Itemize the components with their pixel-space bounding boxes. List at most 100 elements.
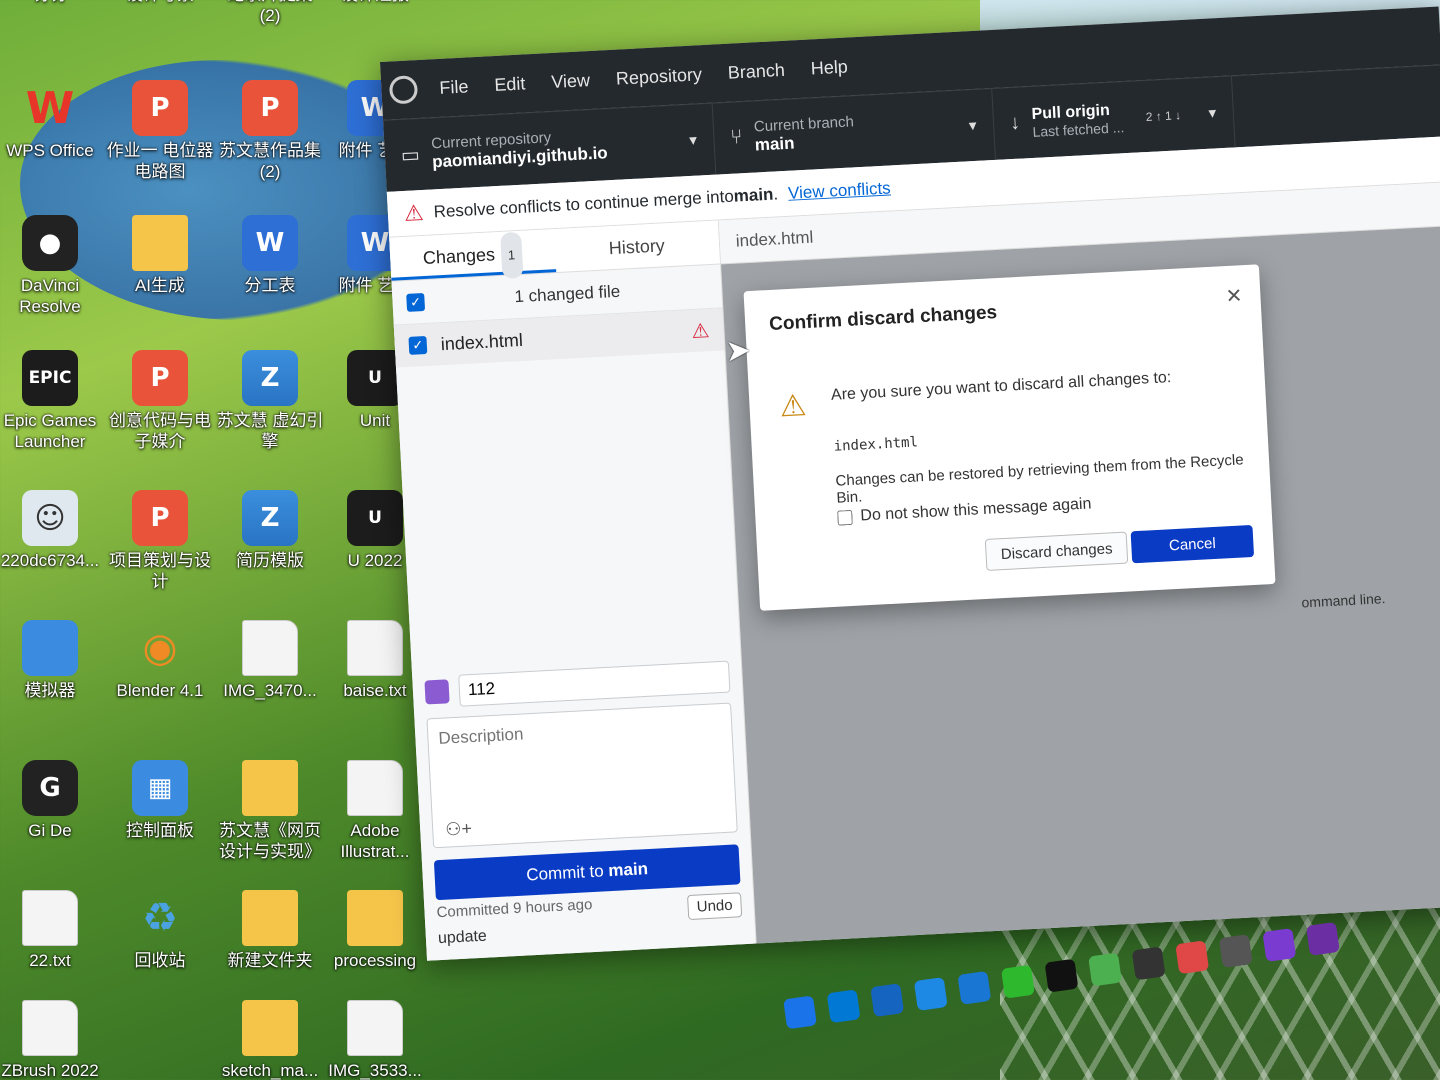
edge-icon[interactable] bbox=[913, 977, 948, 1011]
repo-icon: ▭ bbox=[400, 144, 421, 168]
desktop-icon-label: 苏文慧作品集 (2) bbox=[219, 141, 321, 181]
desktop-icon[interactable]: ◉ Blender 4.1 bbox=[105, 620, 215, 701]
desktop-icon[interactable]: G Gi De bbox=[0, 760, 105, 841]
desktop-icon-label: Gi De bbox=[28, 821, 72, 840]
warning-icon: ⚠ bbox=[403, 199, 425, 226]
pull-origin-button[interactable]: ↓ Pull origin Last fetched ... 2 ↑ 1 ↓ ▼ bbox=[992, 76, 1236, 160]
desktop-icon[interactable]: Z 简历模版 bbox=[215, 490, 325, 571]
desktop-icon[interactable]: 苏文慧《网页设计与实现》 bbox=[215, 760, 325, 862]
dont-show-again-input[interactable] bbox=[837, 509, 853, 526]
desktop-icon[interactable]: ZBrush 2022 bbox=[0, 1000, 105, 1080]
desktop-icon-label: 简历模版 bbox=[236, 551, 304, 570]
game-icon[interactable] bbox=[1262, 928, 1297, 962]
desktop-icon[interactable]: P 苏文慧作品集 (2) bbox=[215, 80, 325, 182]
chevron-down-icon[interactable]: ▼ bbox=[1206, 105, 1220, 121]
desktop-icon-label: 模拟器 bbox=[24, 681, 76, 700]
menu-file[interactable]: File bbox=[439, 76, 469, 98]
desktop-icon[interactable]: Adobe Illustrat... bbox=[320, 760, 430, 862]
menu-branch[interactable]: Branch bbox=[727, 59, 785, 83]
desktop-icon[interactable]: ● DaVinci Resolve bbox=[0, 215, 105, 317]
tab-changes[interactable]: Changes 1 bbox=[389, 229, 556, 281]
desktop-icon[interactable]: W WPS Office bbox=[0, 80, 105, 161]
wechat-icon[interactable] bbox=[1000, 964, 1035, 999]
desktop-icon[interactable]: processing bbox=[320, 890, 430, 971]
menu-view[interactable]: View bbox=[551, 70, 591, 93]
discard-changes-button[interactable]: Discard changes bbox=[985, 531, 1129, 571]
desktop-icon[interactable]: ▦ 控制面板 bbox=[105, 760, 215, 841]
davinci-icon: G bbox=[22, 760, 78, 816]
ppt-icon: P bbox=[132, 80, 188, 136]
desktop-icon[interactable]: ♻ 回收站 bbox=[105, 890, 215, 971]
commit-button-branch: main bbox=[607, 859, 649, 881]
dialog-question: Are you sure you want to discard all cha… bbox=[830, 369, 1172, 404]
wechat-app-icon[interactable] bbox=[1175, 940, 1210, 975]
desktop-icon-label: 22.txt bbox=[29, 951, 71, 970]
folder-icon bbox=[347, 890, 403, 946]
select-all-checkbox[interactable]: ✓ bbox=[406, 292, 426, 312]
qq-icon[interactable] bbox=[1044, 958, 1079, 993]
desktop-icon[interactable]: 新建文件夹 bbox=[215, 890, 325, 971]
menu-help[interactable]: Help bbox=[810, 56, 848, 79]
unity-icon[interactable] bbox=[1131, 946, 1166, 981]
file-icon bbox=[22, 1000, 78, 1056]
desktop-icon[interactable]: P 作业一 电位器电路图 bbox=[105, 80, 215, 182]
desktop-icon-label: 苏文慧 虚幻引擎 bbox=[216, 411, 324, 451]
c-icon[interactable] bbox=[870, 983, 905, 1018]
desktop-icon-label: AI生成 bbox=[134, 276, 186, 295]
commit-description-input[interactable] bbox=[427, 703, 737, 848]
desktop-icon[interactable]: 模拟器 bbox=[0, 620, 105, 701]
desktop-icon[interactable]: 设计汇报 bbox=[320, 0, 430, 5]
commit-summary-input[interactable] bbox=[458, 660, 731, 707]
desktop-icon[interactable]: W 分工表 bbox=[215, 215, 325, 296]
add-coauthor-icon[interactable]: ⚇+ bbox=[445, 818, 473, 840]
desktop-icon[interactable]: P 创意代码与电子媒介 bbox=[105, 350, 215, 452]
file-icon bbox=[347, 760, 403, 816]
last-commit-message: update bbox=[437, 927, 488, 948]
view-conflicts-link[interactable]: View conflicts bbox=[788, 178, 892, 203]
word-icon: W bbox=[242, 215, 298, 271]
desktop-icon-label: 创意代码与电子媒介 bbox=[109, 411, 211, 451]
desktop-icon[interactable]: 22.txt bbox=[0, 890, 105, 971]
commit-button-prefix: Commit to bbox=[525, 861, 609, 885]
desktop-icon-label: 分工表 bbox=[244, 276, 296, 295]
desktop-icon-label: WPS Office bbox=[6, 141, 94, 160]
dingtalk-icon[interactable] bbox=[957, 970, 992, 1005]
desktop-icon[interactable]: AI生成 bbox=[105, 215, 215, 296]
last-commit-time: Committed 9 hours ago bbox=[436, 896, 593, 922]
edge-dev-icon[interactable] bbox=[1088, 952, 1123, 987]
file-checkbox[interactable]: ✓ bbox=[408, 335, 428, 355]
undo-button[interactable]: Undo bbox=[687, 892, 743, 921]
menu-repository[interactable]: Repository bbox=[615, 64, 702, 89]
desktop-icon[interactable]: ☺ 220dc6734... bbox=[0, 490, 105, 571]
desktop-icon[interactable]: sketch_ma... bbox=[215, 1000, 325, 1080]
command-line-hint: ommand line. bbox=[1301, 590, 1386, 611]
branch-selector[interactable]: ⑂ Current branch main ▼ bbox=[712, 88, 996, 175]
desktop-icon[interactable]: P 项目策划与设计 bbox=[105, 490, 215, 592]
github-icon[interactable] bbox=[1305, 921, 1340, 956]
zip-icon: Z bbox=[242, 490, 298, 546]
settings-icon[interactable] bbox=[1218, 934, 1253, 969]
file-icon bbox=[22, 890, 78, 946]
desktop-icon[interactable]: Z 苏文慧 虚幻引擎 bbox=[215, 350, 325, 452]
close-icon[interactable]: ✕ bbox=[1225, 283, 1243, 309]
desktop-icon-label: 项目策划与设计 bbox=[109, 551, 211, 591]
chrome-icon[interactable] bbox=[783, 995, 818, 1030]
desktop-icon[interactable]: 钉钉钉 bbox=[0, 0, 105, 5]
cancel-button[interactable]: Cancel bbox=[1130, 524, 1255, 564]
commit-area: ⚇+ Commit to main bbox=[424, 660, 741, 901]
desktop-icon[interactable]: EPIC Epic Games Launcher bbox=[0, 350, 105, 452]
desktop-icon-label: 纪录片提案 (2) bbox=[228, 0, 313, 25]
desktop-icon[interactable]: 纪录片提案 (2) bbox=[215, 0, 325, 26]
banner-text: Resolve conflicts to continue merge into bbox=[433, 186, 735, 221]
dialog-title: Confirm discard changes bbox=[768, 302, 998, 335]
last-commit: Committed 9 hours ago update Undo bbox=[436, 888, 743, 954]
desktop-icon[interactable]: 设计考察 bbox=[105, 0, 215, 5]
control-icon bbox=[22, 620, 78, 676]
davinci-icon: ● bbox=[22, 215, 78, 271]
desktop-icon[interactable]: IMG_3470... bbox=[215, 620, 325, 701]
tab-history[interactable]: History bbox=[553, 221, 720, 273]
desktop-icon[interactable]: IMG_3533... bbox=[320, 1000, 430, 1080]
windows-grid-icon[interactable] bbox=[826, 989, 861, 1024]
menu-edit[interactable]: Edit bbox=[494, 73, 526, 96]
folder-icon bbox=[242, 760, 298, 816]
